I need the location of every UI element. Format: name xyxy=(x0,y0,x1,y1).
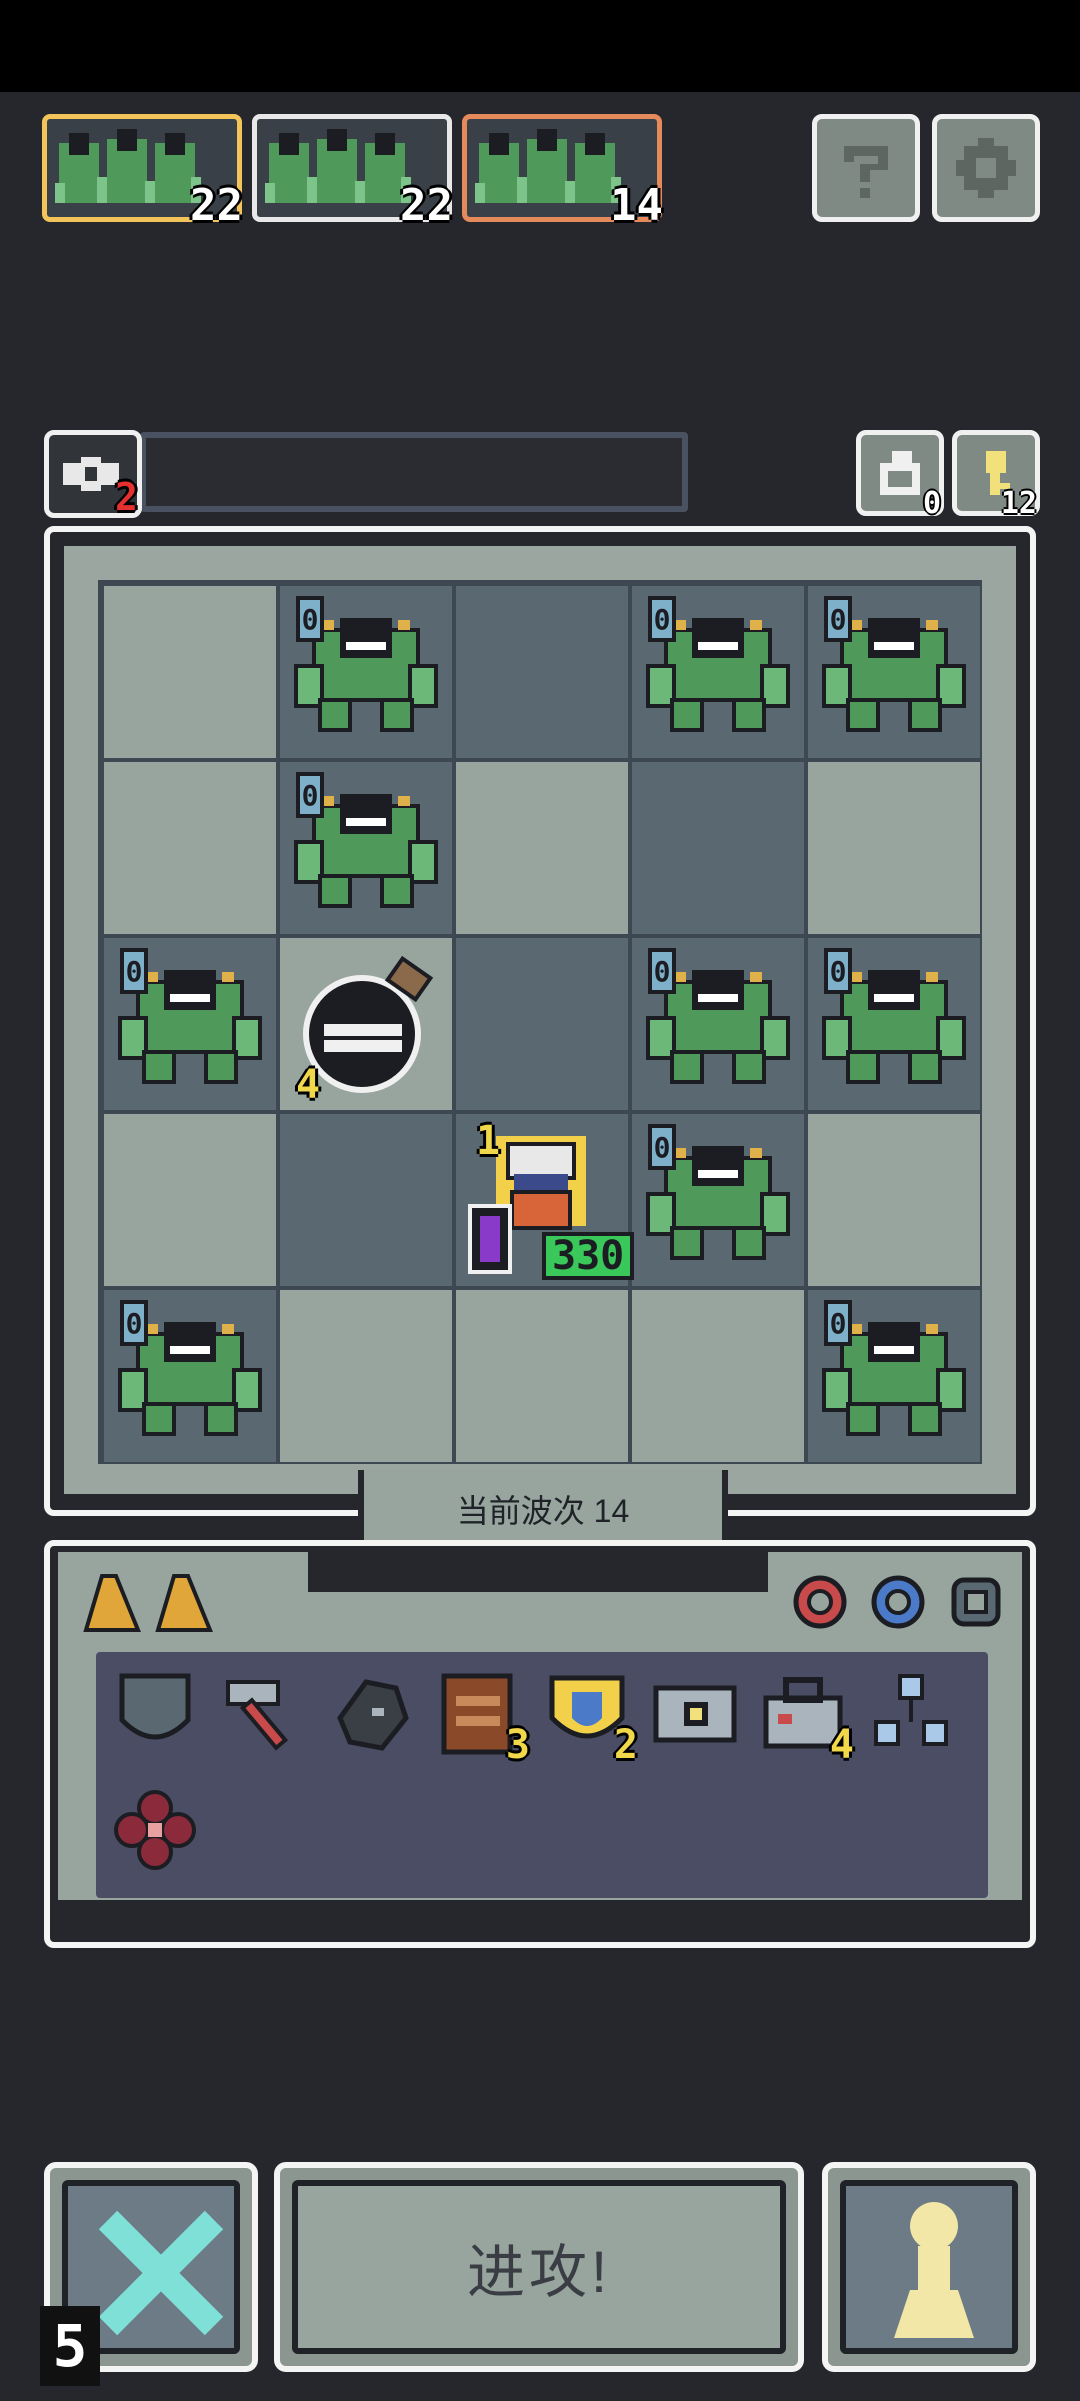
cheese-wedge-icon xyxy=(83,1574,213,1632)
monster-level-badge: 0 xyxy=(120,1300,148,1346)
eye-count-badge: 2 xyxy=(115,475,138,519)
monster-level-badge: 0 xyxy=(648,596,676,642)
inventory-item-spellbook[interactable]: 3 xyxy=(434,1668,530,1768)
enemy-queue-count: 22 xyxy=(400,180,453,231)
blue-ring-icon xyxy=(871,1575,925,1629)
board-cell-4-2[interactable] xyxy=(456,1290,628,1462)
inventory-item-network[interactable] xyxy=(866,1668,956,1758)
board-cell-2-2[interactable] xyxy=(456,938,628,1110)
system-status-bar xyxy=(0,0,1080,92)
help-button[interactable] xyxy=(812,114,920,222)
hammer-icon xyxy=(226,1680,289,1751)
armor-ring-icon xyxy=(951,1577,1001,1627)
inventory-item-count: 2 xyxy=(613,1722,638,1768)
board-cell-4-0[interactable]: 0 xyxy=(104,1290,276,1462)
monster-level-badge: 0 xyxy=(296,596,324,642)
monster-level-badge: 0 xyxy=(824,596,852,642)
enemy-queue-card-2[interactable]: 22 xyxy=(252,114,453,231)
monster-level-badge: 0 xyxy=(296,772,324,818)
attack-button[interactable]: 进攻! xyxy=(274,2162,804,2372)
consumables-tab[interactable] xyxy=(82,1570,242,1636)
monster-level-badge: 0 xyxy=(120,948,148,994)
board-cell-2-4[interactable]: 0 xyxy=(808,938,980,1110)
flower-icon xyxy=(114,1790,196,1870)
board-cell-4-1[interactable] xyxy=(280,1290,452,1462)
inventory-tab-separator xyxy=(308,1552,768,1592)
inventory-item-crest[interactable]: 2 xyxy=(542,1668,638,1768)
camera-icon xyxy=(653,1685,737,1743)
enemy-queue-card-1[interactable]: 22 xyxy=(42,114,243,231)
rotate-button[interactable]: 0 xyxy=(856,430,944,521)
board-cell-3-3[interactable]: 0 xyxy=(632,1114,804,1286)
monster-level-badge: 0 xyxy=(648,1124,676,1170)
inventory-item-camera[interactable] xyxy=(650,1668,740,1758)
red-ring-icon xyxy=(793,1575,847,1629)
network-icon xyxy=(874,1674,948,1746)
inventory-item-hammer[interactable] xyxy=(218,1668,308,1758)
inventory-items: 3 2 4 xyxy=(110,1668,980,1898)
hero-level: 1 xyxy=(476,1118,501,1164)
monster-level-badge: 0 xyxy=(648,948,676,994)
wave-label: 当前波次 14 xyxy=(456,1493,630,1529)
board-cell-1-1[interactable]: 0 xyxy=(280,762,452,934)
monster-level-badge: 0 xyxy=(824,1300,852,1346)
board-cell-2-1[interactable]: 4 xyxy=(280,938,452,1110)
enemy-queue-count: 22 xyxy=(190,180,243,231)
key-button[interactable]: 12 xyxy=(952,430,1040,521)
board-cell-1-0[interactable] xyxy=(104,762,276,934)
pawn-icon xyxy=(894,2202,974,2338)
settings-button[interactable] xyxy=(932,114,1040,222)
gear-icon xyxy=(956,138,1016,198)
attack-label: 进攻! xyxy=(466,2240,612,2305)
board-cell-0-4[interactable]: 0 xyxy=(808,586,980,758)
board-cell-3-0[interactable] xyxy=(104,1114,276,1286)
board-cell-0-2[interactable] xyxy=(456,586,628,758)
vision-status-box[interactable]: 2 xyxy=(44,430,142,519)
board-cell-4-3[interactable] xyxy=(632,1290,804,1462)
board-cell-3-1[interactable] xyxy=(280,1114,452,1286)
inventory-item-count: 4 xyxy=(829,1722,854,1768)
enemy-queue-count: 14 xyxy=(610,180,663,231)
crow-icon xyxy=(337,1679,409,1751)
rotate-count: 0 xyxy=(922,486,941,521)
crossed-swords-icon xyxy=(98,2210,224,2336)
inventory-item-count: 3 xyxy=(505,1722,530,1768)
board-cell-0-3[interactable]: 0 xyxy=(632,586,804,758)
board-cell-2-3[interactable]: 0 xyxy=(632,938,804,1110)
inventory-item-shield[interactable] xyxy=(110,1668,200,1758)
ring-slots[interactable] xyxy=(790,1566,1010,1638)
board-cell-1-3[interactable] xyxy=(632,762,804,934)
board-cell-2-0[interactable]: 0 xyxy=(104,938,276,1110)
inventory-item-toolbox[interactable]: 4 xyxy=(758,1668,854,1768)
status-effect-bar xyxy=(140,432,688,512)
hero-hp: 330 xyxy=(542,1232,635,1280)
character-button[interactable] xyxy=(822,2162,1036,2372)
game-board: 0 0 0 0 0 4 0 0 1 330 0 0 0 xyxy=(98,580,982,1464)
inventory-item-crow[interactable] xyxy=(326,1668,416,1758)
potion-count: 4 xyxy=(296,1062,321,1108)
board-cell-0-1[interactable]: 0 xyxy=(280,586,452,758)
question-icon xyxy=(844,146,888,198)
shield-icon xyxy=(119,1673,191,1740)
enemy-queue-card-3[interactable]: 14 xyxy=(462,114,663,231)
key-count: 12 xyxy=(1000,486,1037,521)
inventory-item-flower[interactable] xyxy=(110,1786,200,1876)
board-cell-3-2[interactable]: 1 330 xyxy=(456,1114,635,1286)
monster-level-badge: 0 xyxy=(824,948,852,994)
board-cell-1-4[interactable] xyxy=(808,762,980,934)
board-cell-4-4[interactable]: 0 xyxy=(808,1290,980,1462)
rotate-icon xyxy=(880,451,920,495)
board-cell-3-4[interactable] xyxy=(808,1114,980,1286)
board-cell-0-0[interactable] xyxy=(104,586,276,758)
board-cell-1-2[interactable] xyxy=(456,762,628,934)
skip-count: 5 xyxy=(40,2306,100,2386)
